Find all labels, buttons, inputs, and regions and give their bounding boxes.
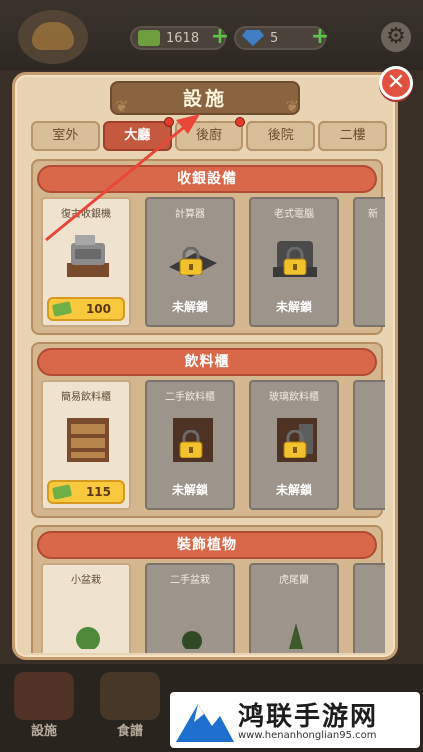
section-drink-cabinet: 飲料櫃 簡易飲料櫃 115 二手飲料櫃 未解鎖 玻璃飲料櫃 未解鎖 (31, 342, 385, 518)
cash-icon (51, 484, 73, 500)
tab-kitchen[interactable]: 後廚 (174, 117, 246, 151)
facility-card-partial[interactable] (353, 563, 385, 653)
buy-price-button[interactable]: 115 (47, 480, 125, 504)
gem-counter: 5 + (234, 26, 329, 50)
section-title: 飲料櫃 (37, 348, 377, 376)
tab-lobby[interactable]: 大廳 (102, 117, 174, 151)
recipe-book-icon (100, 672, 160, 720)
section-title: 裝飾植物 (37, 531, 377, 559)
cash-value: 1618 (166, 30, 200, 46)
house-icon (14, 672, 74, 720)
potted-plant-icon (76, 627, 100, 649)
snake-plant-icon (289, 623, 303, 649)
potted-plant-icon (182, 631, 202, 649)
section-title: 收銀設備 (37, 165, 377, 193)
panel-title: 設施 (110, 81, 300, 115)
nav-label: 食譜 (116, 724, 143, 739)
watermark-url: www.henanhonglian95.com (238, 730, 377, 741)
lock-icon (283, 430, 307, 458)
facility-card-locked[interactable]: 老式電腦 未解鎖 (249, 197, 339, 327)
facility-card-locked[interactable]: 玻璃飲料櫃 未解鎖 (249, 380, 339, 510)
facility-card-partial[interactable] (353, 380, 385, 510)
card-name: 小盆栽 (71, 575, 101, 586)
card-name: 老式電腦 (274, 209, 314, 220)
swirl-right-icon: ❦ (285, 97, 299, 116)
card-name: 計算器 (175, 209, 205, 220)
top-hud: 1618 + 5 + ⚙ (0, 0, 423, 70)
cash-icon (138, 30, 160, 46)
card-name: 復古收銀機 (61, 209, 111, 220)
locked-label: 未解鎖 (275, 300, 312, 314)
mountain-logo-icon (176, 704, 234, 742)
add-gems-button[interactable]: + (310, 26, 330, 48)
gem-icon (242, 30, 264, 46)
watermark-title: 鸿联手游网 (238, 702, 379, 732)
facility-card-locked[interactable]: 二手飲料櫃 未解鎖 (145, 380, 235, 510)
facility-card[interactable]: 簡易飲料櫃 115 (41, 380, 131, 510)
locked-label: 未解鎖 (171, 483, 208, 497)
panel-header: ❦ 設施 ❦ (15, 81, 395, 116)
swirl-left-icon: ❦ (115, 97, 129, 116)
section-plants: 裝飾植物 小盆栽 二手盆栽 虎尾蘭 (31, 525, 385, 653)
bread-icon[interactable] (18, 10, 88, 64)
facility-list[interactable]: 收銀設備 復古收銀機 100 計算器 未解鎖 老式電腦 未解鎖 新 飲料櫃 簡易… (31, 159, 387, 653)
tab-outdoor[interactable]: 室外 (31, 121, 100, 151)
nav-label: 設施 (30, 724, 57, 739)
buy-price-button[interactable]: 100 (47, 297, 125, 321)
notification-dot-icon (235, 117, 246, 127)
tab-backyard[interactable]: 後院 (246, 121, 316, 151)
add-cash-button[interactable]: + (210, 26, 230, 48)
facilities-panel: ❦ 設施 ❦ 室外 大廳 後廚 後院 二樓 收銀設備 復古收銀機 100 計算器… (12, 72, 398, 660)
nav-facilities[interactable]: 設施 (14, 672, 74, 746)
card-name: 二手盆栽 (170, 575, 210, 586)
tab-second-floor[interactable]: 二樓 (318, 121, 387, 151)
card-name: 虎尾蘭 (279, 575, 309, 586)
watermark-banner: 鸿联手游网 www.henanhonglian95.com (170, 692, 420, 748)
category-tabs: 室外 大廳 後廚 後院 二樓 (31, 117, 387, 151)
facility-card-locked[interactable]: 二手盆栽 (145, 563, 235, 653)
card-name: 簡易飲料櫃 (61, 392, 111, 403)
cash-icon (51, 301, 73, 317)
facility-card-locked[interactable]: 計算器 未解鎖 (145, 197, 235, 327)
section-cashier: 收銀設備 復古收銀機 100 計算器 未解鎖 老式電腦 未解鎖 新 (31, 159, 385, 335)
locked-label: 未解鎖 (171, 300, 208, 314)
card-name: 玻璃飲料櫃 (269, 392, 319, 403)
card-name: 二手飲料櫃 (165, 392, 215, 403)
card-name: 新 (368, 209, 378, 220)
settings-gear-icon[interactable]: ⚙ (381, 22, 411, 52)
lock-icon (283, 247, 307, 275)
nav-recipes[interactable]: 食譜 (100, 672, 160, 746)
facility-card[interactable]: 小盆栽 (41, 563, 131, 653)
lock-icon (179, 247, 203, 275)
facility-card[interactable]: 復古收銀機 100 (41, 197, 131, 327)
shelf-icon (67, 418, 109, 462)
locked-label: 未解鎖 (275, 483, 312, 497)
cash-counter: 1618 + (130, 26, 229, 50)
cash-register-icon (67, 235, 109, 277)
notification-dot-icon (163, 117, 174, 127)
lock-icon (179, 430, 203, 458)
facility-card-locked[interactable]: 虎尾蘭 (249, 563, 339, 653)
close-button[interactable]: ✕ (379, 66, 413, 100)
gem-value: 5 (270, 30, 279, 46)
facility-card-partial[interactable]: 新 (353, 197, 385, 327)
